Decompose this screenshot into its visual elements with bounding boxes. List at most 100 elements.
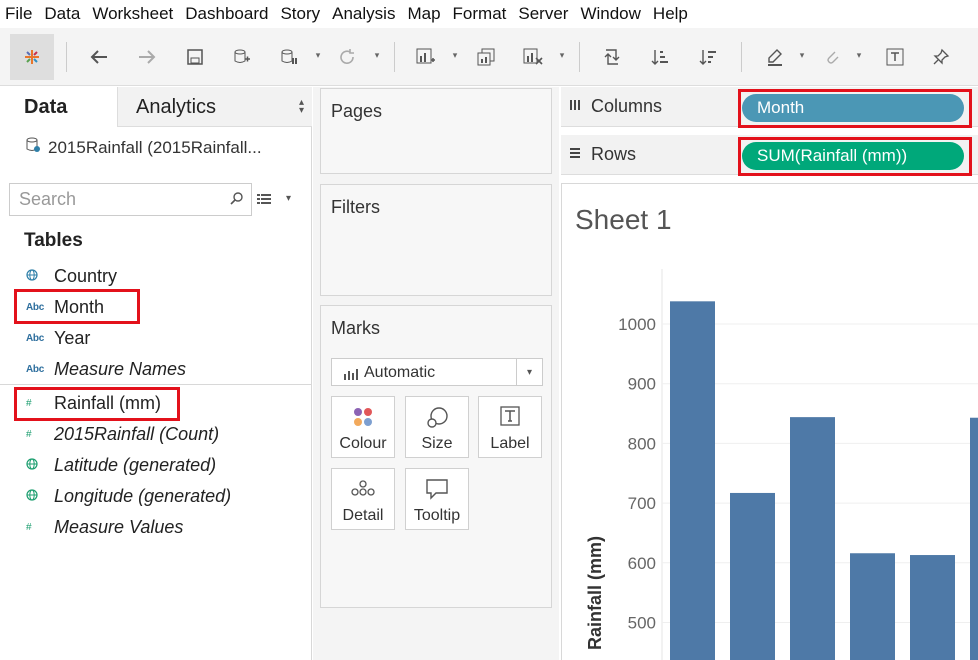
globe-icon xyxy=(0,457,54,473)
chevron-down-icon[interactable]: ▾ xyxy=(516,359,542,385)
toolbar: ▾ ▾ ▾ ▾ ▾ ▾ xyxy=(0,28,978,86)
field-label: Year xyxy=(54,327,91,348)
field-label: Country xyxy=(54,265,118,286)
duplicate-sheet-icon[interactable] xyxy=(471,40,501,74)
new-datasource-icon[interactable] xyxy=(227,40,257,74)
menu-item-data[interactable]: Data xyxy=(44,0,80,28)
mark-type-dropdown[interactable]: Automatic ▾ xyxy=(331,358,543,386)
filters-card[interactable]: Filters xyxy=(320,184,552,296)
bar[interactable] xyxy=(910,555,955,660)
save-icon[interactable] xyxy=(180,40,210,74)
globe-icon xyxy=(0,488,54,504)
highlight-icon[interactable] xyxy=(760,40,790,74)
field-latitude[interactable]: Latitude (generated) xyxy=(0,451,312,479)
y-tick-label: 1000 xyxy=(618,315,656,334)
field-longitude[interactable]: Longitude (generated) xyxy=(0,482,312,510)
tableau-logo-icon[interactable] xyxy=(10,34,54,80)
bar[interactable] xyxy=(970,417,978,660)
pages-card[interactable]: Pages xyxy=(320,88,552,174)
menu-item-help[interactable]: Help xyxy=(653,0,688,28)
clear-sheet-icon[interactable] xyxy=(518,40,548,74)
tab-analytics-label: Analytics xyxy=(136,96,217,118)
hash-icon: # xyxy=(26,521,32,533)
bar-chart-icon xyxy=(344,367,358,385)
size-button[interactable]: Size xyxy=(405,396,469,458)
field-label: Measure Names xyxy=(54,358,187,379)
list-view-icon[interactable] xyxy=(257,192,271,210)
bar[interactable] xyxy=(670,301,715,660)
sort-descending-icon[interactable] xyxy=(693,40,723,74)
chevron-down-icon[interactable]: ▾ xyxy=(557,50,567,62)
bar[interactable] xyxy=(730,492,775,660)
sort-arrows-icon[interactable]: ▴ ▾ xyxy=(299,98,304,116)
field-measure-names[interactable]: Abc Measure Names xyxy=(0,355,312,383)
field-label: Measure Values xyxy=(54,516,184,537)
group-members-icon[interactable] xyxy=(817,40,847,74)
y-axis-label: Rainfall (mm) xyxy=(585,536,605,650)
chevron-down-icon[interactable]: ▾ xyxy=(313,50,323,62)
columns-shelf: Columns Month xyxy=(561,87,978,128)
tooltip-button[interactable]: Tooltip xyxy=(405,468,469,530)
menu-item-server[interactable]: Server xyxy=(518,0,568,28)
highlight-box xyxy=(14,289,140,324)
pin-icon[interactable] xyxy=(926,40,956,74)
detail-button[interactable]: Detail xyxy=(331,468,395,530)
mark-type-value: Automatic xyxy=(364,364,436,381)
field-measure-values[interactable]: # Measure Values xyxy=(0,513,312,541)
chevron-down-icon[interactable]: ▾ xyxy=(797,50,807,62)
menu-item-format[interactable]: Format xyxy=(453,0,507,28)
search-input[interactable] xyxy=(10,184,220,214)
menu-item-worksheet[interactable]: Worksheet xyxy=(92,0,173,28)
datasource-item[interactable]: 2015Rainfall (2015Rainfall... xyxy=(26,137,262,158)
pages-title: Pages xyxy=(331,101,383,121)
field-label: 2015Rainfall (Count) xyxy=(54,423,220,444)
pause-updates-icon[interactable] xyxy=(274,40,304,74)
chevron-down-icon[interactable]: ▾ xyxy=(854,50,864,62)
divider xyxy=(0,384,312,385)
sort-ascending-icon[interactable] xyxy=(645,40,675,74)
menu-item-dashboard[interactable]: Dashboard xyxy=(185,0,268,28)
menu-item-file[interactable]: File xyxy=(5,0,32,28)
detail-icon xyxy=(332,478,394,498)
refresh-icon[interactable] xyxy=(332,40,362,74)
rows-icon xyxy=(569,147,581,162)
tooltip-label: Tooltip xyxy=(413,507,461,524)
tab-analytics[interactable]: Analytics ▴ ▾ xyxy=(117,87,312,127)
menu-item-map[interactable]: Map xyxy=(407,0,440,28)
colour-button[interactable]: Colour xyxy=(331,396,395,458)
menu-item-analysis[interactable]: Analysis xyxy=(332,0,395,28)
bar[interactable] xyxy=(850,553,895,660)
bar[interactable] xyxy=(790,417,835,660)
menu-item-story[interactable]: Story xyxy=(280,0,320,28)
tab-data[interactable]: Data xyxy=(0,87,117,127)
data-pane: Data Analytics ▴ ▾ 2015Rainfall (2015Rain… xyxy=(0,87,312,660)
hash-icon: # xyxy=(26,428,32,440)
search-icon[interactable] xyxy=(230,192,243,210)
columns-label-group: Columns xyxy=(569,96,662,117)
marks-card: Marks Automatic ▾ Colour Size Label Deta… xyxy=(320,305,552,608)
field-count[interactable]: # 2015Rainfall (Count) xyxy=(0,420,312,448)
chevron-down-icon[interactable]: ▾ xyxy=(286,193,291,204)
highlight-box xyxy=(14,387,180,421)
new-worksheet-icon[interactable] xyxy=(411,40,441,74)
size-icon xyxy=(406,406,468,430)
chevron-down-icon[interactable]: ▾ xyxy=(372,50,382,62)
y-tick-label: 600 xyxy=(628,554,656,573)
abc-icon: Abc xyxy=(26,363,44,375)
size-label: Size xyxy=(421,435,453,452)
chevron-down-icon[interactable]: ▾ xyxy=(450,50,460,62)
field-year[interactable]: Abc Year xyxy=(0,324,312,352)
abc-icon: Abc xyxy=(26,332,44,344)
label-label: Label xyxy=(490,435,530,452)
forward-icon[interactable] xyxy=(132,40,162,74)
y-tick-label: 700 xyxy=(628,494,656,513)
menu-item-window[interactable]: Window xyxy=(580,0,640,28)
y-tick-label: 800 xyxy=(628,434,656,453)
field-country[interactable]: Country xyxy=(0,262,312,290)
swap-rows-columns-icon[interactable] xyxy=(597,40,627,74)
show-mark-labels-icon[interactable] xyxy=(880,40,910,74)
detail-label: Detail xyxy=(342,507,384,524)
back-icon[interactable] xyxy=(84,40,114,74)
label-button[interactable]: Label xyxy=(478,396,542,458)
tables-heading: Tables xyxy=(24,230,83,251)
